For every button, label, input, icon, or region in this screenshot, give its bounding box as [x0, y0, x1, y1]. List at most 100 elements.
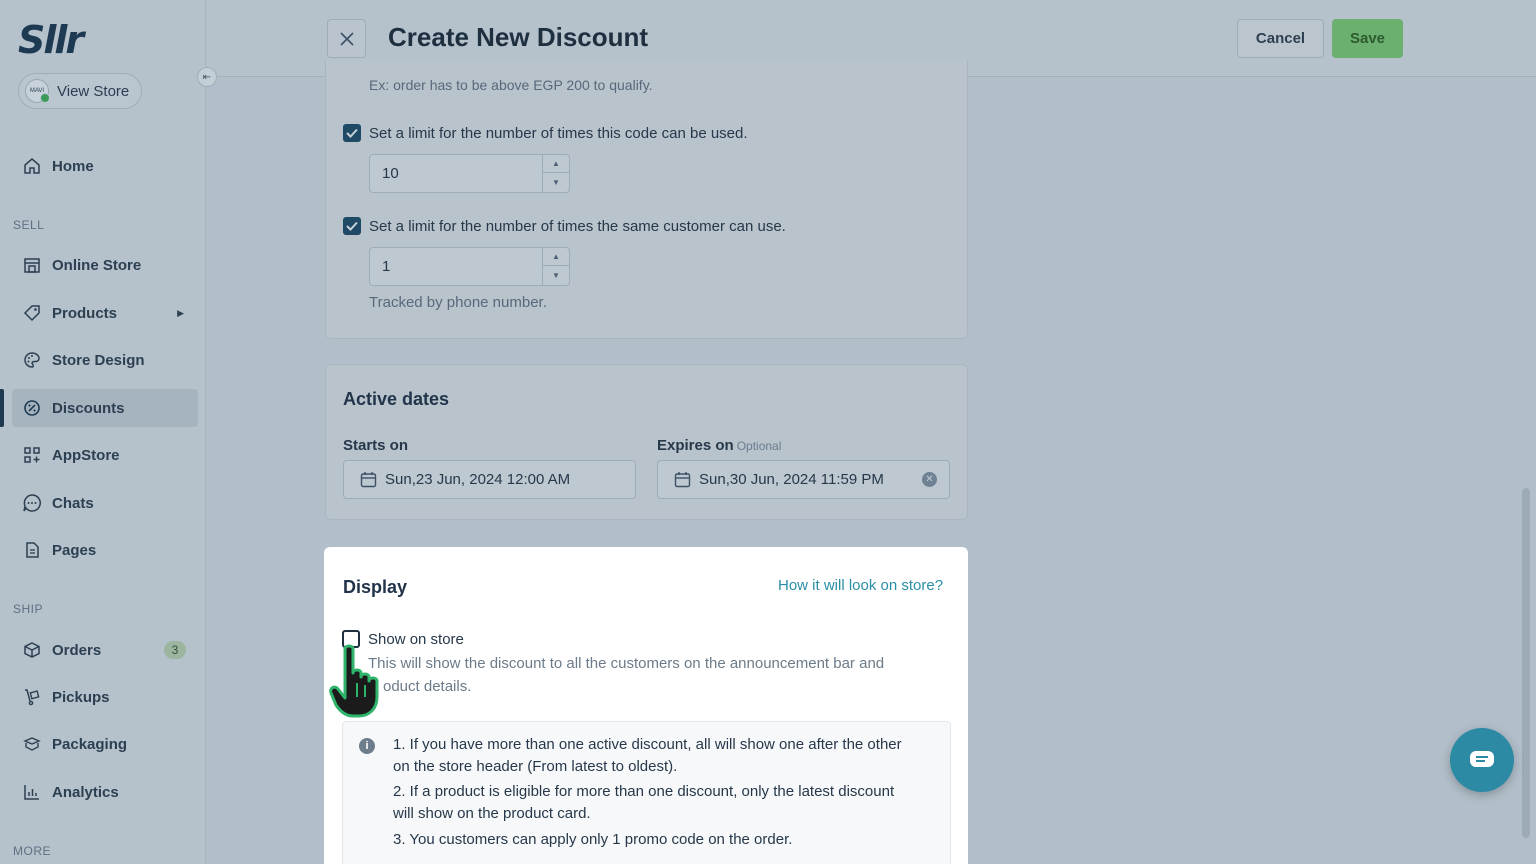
active-dates-card: Active dates Starts on Expires on Optiona…	[325, 364, 968, 520]
sidebar-item-label: Pages	[52, 541, 97, 559]
customer-limit-input[interactable]: 1 ▲ ▼	[369, 247, 570, 286]
save-button[interactable]: Save	[1332, 19, 1403, 58]
display-info-box: i 1. If you have more than one active di…	[342, 721, 951, 864]
active-indicator	[0, 389, 4, 427]
usage-limits-card: Ex: order has to be above EGP 200 to qua…	[325, 60, 968, 339]
decrement-icon[interactable]: ▼	[543, 173, 569, 191]
orders-count-badge: 3	[164, 641, 186, 659]
total-limit-stepper[interactable]: ▲ ▼	[542, 155, 569, 192]
view-store-button[interactable]: MAVI View Store	[18, 73, 142, 109]
page-title: Create New Discount	[388, 22, 649, 52]
apps-icon	[22, 445, 42, 465]
info-line-2b: will show on the product card.	[393, 805, 591, 822]
starts-on-value: Sun,23 Jun, 2024 12:00 AM	[385, 471, 571, 488]
sidebar-item-appstore[interactable]: AppStore	[12, 436, 198, 474]
close-button[interactable]	[327, 19, 366, 58]
message-icon	[1470, 751, 1494, 767]
sidebar-item-products[interactable]: Products ▶	[12, 294, 198, 332]
sidebar-item-pages[interactable]: Pages	[12, 531, 198, 569]
expires-on-label: Expires on Optional	[657, 437, 781, 454]
discount-icon	[22, 398, 42, 418]
customer-limit-label: Set a limit for the number of times the …	[369, 218, 786, 235]
collapse-left-icon: ⇤	[202, 71, 212, 83]
palette-icon	[22, 350, 42, 370]
total-limit-value: 10	[382, 165, 399, 182]
cancel-button[interactable]: Cancel	[1237, 19, 1324, 58]
store-avatar: MAVI	[25, 79, 50, 103]
section-more: MORE	[13, 844, 51, 858]
sidebar-item-label: Home	[52, 157, 94, 175]
expires-on-value: Sun,30 Jun, 2024 11:59 PM	[699, 471, 884, 488]
sidebar-item-discounts[interactable]: Discounts	[12, 389, 198, 427]
info-line-2a: 2. If a product is eligible for more tha…	[393, 783, 895, 800]
sidebar-item-label: Analytics	[52, 783, 119, 801]
hand-pointer-icon	[329, 644, 379, 718]
box-icon	[22, 640, 42, 660]
total-limit-label: Set a limit for the number of times this…	[369, 125, 748, 142]
support-chat-button[interactable]	[1450, 728, 1514, 792]
decrement-icon[interactable]: ▼	[543, 266, 569, 284]
sidebar-item-label: Store Design	[52, 351, 145, 369]
clear-date-icon[interactable]: ✕	[922, 472, 937, 487]
customer-limit-checkbox[interactable]	[343, 217, 361, 235]
sidebar-item-analytics[interactable]: Analytics	[12, 773, 198, 811]
chart-icon	[22, 782, 42, 802]
chat-icon	[22, 493, 42, 513]
customer-limit-value: 1	[382, 258, 391, 275]
close-icon	[339, 31, 354, 46]
sidebar-item-label: Pickups	[52, 688, 110, 706]
info-line-1a: 1. If you have more than one active disc…	[393, 736, 902, 753]
sidebar-item-label: AppStore	[52, 446, 120, 464]
checkmark-icon	[346, 221, 358, 231]
sidebar-item-label: Online Store	[52, 256, 142, 274]
sllr-logo[interactable]: Sllr	[18, 18, 84, 62]
sidebar-item-packaging[interactable]: Packaging	[12, 725, 198, 763]
optional-tag: Optional	[736, 439, 782, 453]
calendar-icon	[674, 472, 691, 488]
preview-on-store-link[interactable]: How it will look on store?	[778, 577, 943, 594]
dolly-icon	[22, 687, 42, 707]
expires-on-field[interactable]: Sun,30 Jun, 2024 11:59 PM ✕	[657, 460, 950, 499]
view-store-label: View Store	[57, 82, 130, 100]
sidebar-item-store-design[interactable]: Store Design	[12, 341, 198, 379]
starts-on-label: Starts on	[343, 437, 408, 454]
sidebar-item-orders[interactable]: Orders 3	[12, 631, 198, 669]
sidebar-item-pickups[interactable]: Pickups	[12, 678, 198, 716]
chevron-right-icon: ▶	[177, 307, 184, 318]
customer-limit-stepper[interactable]: ▲ ▼	[542, 248, 569, 285]
show-on-store-description-2: oduct details.	[383, 678, 472, 695]
collapse-sidebar-button[interactable]: ⇤	[197, 67, 217, 87]
expires-on-text: Expires on	[657, 437, 734, 454]
sidebar-item-label: Packaging	[52, 735, 128, 753]
section-sell: SELL	[13, 218, 45, 232]
starts-on-text: Starts on	[343, 437, 409, 454]
sidebar-item-chats[interactable]: Chats	[12, 484, 198, 522]
increment-icon[interactable]: ▲	[543, 248, 569, 266]
info-line-3: 3. You customers can apply only 1 promo …	[393, 831, 793, 848]
tracked-note: Tracked by phone number.	[369, 294, 547, 311]
calendar-icon	[360, 472, 377, 488]
active-dates-title: Active dates	[343, 389, 450, 409]
sidebar: Sllr MAVI View Store Home SELL Online St…	[0, 0, 206, 864]
package-icon	[22, 734, 42, 754]
sidebar-item-label: Chats	[52, 494, 94, 512]
home-icon	[22, 156, 42, 176]
tag-icon	[22, 303, 42, 323]
pages-icon	[22, 540, 42, 560]
increment-icon[interactable]: ▲	[543, 155, 569, 173]
sidebar-item-online-store[interactable]: Online Store	[12, 246, 198, 284]
info-line-1b: on the store header (From latest to olde…	[393, 758, 678, 775]
checkmark-icon	[346, 128, 358, 138]
section-ship: SHIP	[13, 602, 44, 616]
page-scrollbar-thumb[interactable]	[1522, 488, 1530, 838]
total-limit-checkbox[interactable]	[343, 124, 361, 142]
minimum-hint: Ex: order has to be above EGP 200 to qua…	[369, 77, 653, 93]
display-title: Display	[343, 577, 408, 597]
sidebar-item-label: Products	[52, 304, 118, 322]
store-icon	[22, 255, 42, 275]
display-card: Display How it will look on store? Show …	[324, 547, 968, 864]
total-limit-input[interactable]: 10 ▲ ▼	[369, 154, 570, 193]
sidebar-item-home[interactable]: Home	[12, 147, 198, 185]
starts-on-field[interactable]: Sun,23 Jun, 2024 12:00 AM	[343, 460, 636, 499]
sidebar-item-label: Discounts	[52, 399, 125, 417]
